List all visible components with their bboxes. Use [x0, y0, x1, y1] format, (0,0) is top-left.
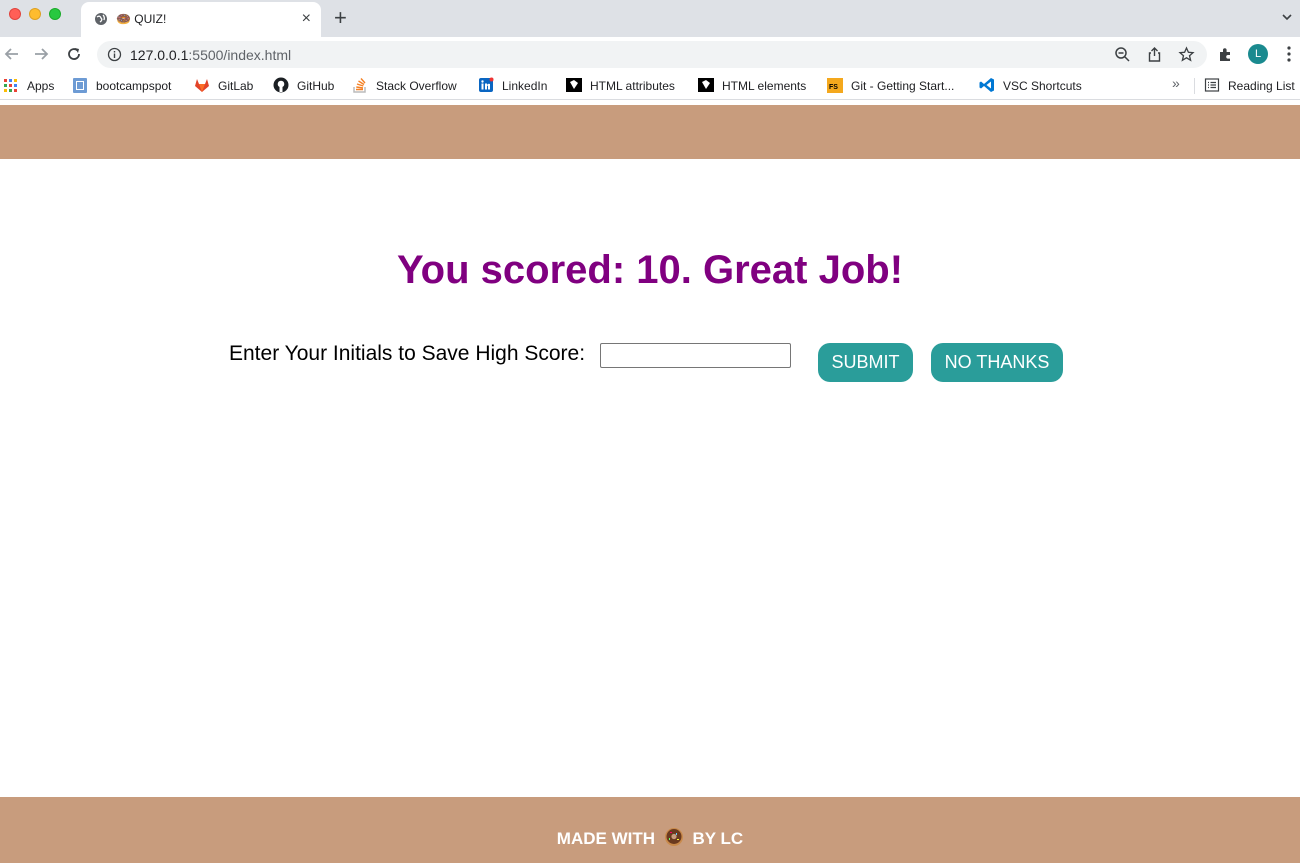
reading-list-label: Reading List	[1228, 79, 1295, 93]
stackoverflow-icon	[353, 78, 366, 93]
browser-tabstrip: 🍩 QUIZ! × +	[0, 0, 1300, 37]
tab-close-icon[interactable]: ×	[302, 10, 311, 28]
bookmark-label: LinkedIn	[502, 79, 548, 93]
bookmark-label: GitHub	[297, 79, 335, 93]
tab-title: 🍩 QUIZ!	[116, 12, 167, 26]
zoom-out-icon[interactable]	[1114, 46, 1131, 63]
initials-label: Enter Your Initials to Save High Score:	[229, 342, 586, 365]
url-host: 127.0.0.1	[130, 47, 189, 63]
html-elements-icon	[698, 78, 714, 92]
bookmark-label: Apps	[27, 79, 55, 93]
bookmark-label: Git - Getting Start...	[851, 79, 955, 93]
more-menu-icon[interactable]	[1286, 45, 1292, 63]
back-arrow-icon[interactable]	[3, 45, 21, 63]
bootcampspot-icon	[73, 78, 87, 93]
address-bar[interactable]: 127.0.0.1:5500/index.html	[97, 41, 1207, 68]
bookmark-label: Stack Overflow	[376, 79, 457, 93]
footer-text-before: MADE WITH	[556, 829, 656, 848]
window-minimize-button[interactable]	[29, 8, 41, 20]
html-attributes-icon	[566, 78, 582, 92]
bookmarks-overflow-button[interactable]: »	[1172, 75, 1180, 91]
extensions-puzzle-icon[interactable]	[1217, 46, 1234, 63]
page-footer: MADE WITH BY LC	[0, 797, 1300, 863]
reading-list-icon	[1204, 78, 1220, 92]
url-path: :5500/index.html	[188, 47, 292, 63]
donut-icon	[664, 828, 683, 846]
submit-button[interactable]: SUBMIT	[818, 343, 913, 382]
profile-avatar[interactable]: L	[1248, 44, 1268, 64]
gitlab-icon	[195, 79, 209, 92]
no-thanks-button[interactable]: NO THANKS	[931, 343, 1063, 382]
bookmark-label: GitLab	[218, 79, 254, 93]
bookmarks-bar: Apps bootcampspot GitLab GitHub Stack Ov…	[0, 71, 1300, 100]
globe-icon	[95, 13, 107, 25]
github-icon	[273, 77, 289, 93]
info-icon[interactable]	[107, 47, 122, 62]
svg-text:FS: FS	[829, 84, 838, 91]
new-tab-button[interactable]: +	[334, 7, 347, 29]
forward-arrow-icon[interactable]	[32, 45, 50, 63]
git-docs-icon: FS	[827, 78, 843, 93]
bookmark-label: HTML attributes	[590, 79, 675, 93]
bookmarks-divider	[1194, 78, 1195, 94]
initials-input[interactable]	[600, 343, 791, 368]
linkedin-icon	[479, 77, 494, 92]
browser-toolbar: 127.0.0.1:5500/index.html L	[0, 37, 1300, 71]
window-maximize-button[interactable]	[49, 8, 61, 20]
bookmark-label: HTML elements	[722, 79, 807, 93]
bookmark-star-icon[interactable]	[1178, 46, 1195, 63]
apps-grid-icon	[4, 79, 17, 92]
page-header-bar	[0, 105, 1300, 159]
share-icon[interactable]	[1146, 46, 1163, 63]
reload-icon[interactable]	[65, 45, 83, 63]
browser-tab-active[interactable]: 🍩 QUIZ! ×	[81, 2, 321, 37]
footer-text-after: BY LC	[692, 829, 744, 848]
vscode-icon	[979, 78, 994, 92]
score-message: You scored: 10. Great Job!	[396, 248, 904, 292]
bookmark-label: bootcampspot	[96, 79, 172, 93]
chevron-down-icon[interactable]	[1280, 10, 1294, 24]
window-close-button[interactable]	[9, 8, 21, 20]
url-text: 127.0.0.1:5500/index.html	[130, 47, 291, 63]
bookmark-label: VSC Shortcuts	[1003, 79, 1082, 93]
footer-credit: MADE WITH BY LC	[0, 827, 1300, 849]
